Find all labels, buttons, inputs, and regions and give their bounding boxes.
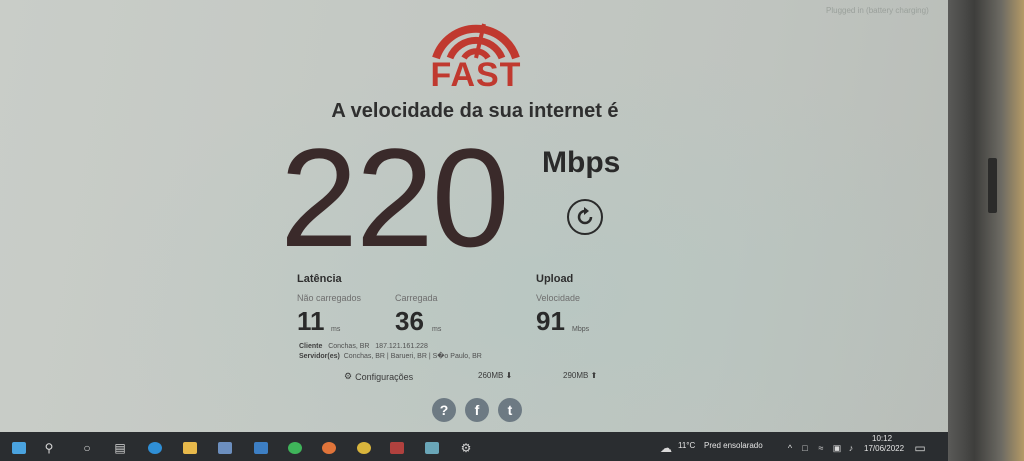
whatsapp-icon[interactable] [288,440,302,456]
upload-total: 290MB ⬆ [563,371,597,380]
app-window-icon[interactable] [425,440,439,456]
help-icon: ? [439,402,449,418]
chevron-up-icon[interactable]: ^ [785,440,795,456]
client-label: Cliente [299,343,323,350]
edge-icon[interactable] [148,440,162,456]
volume-icon[interactable]: ♪ [846,440,856,456]
upload-speed-value: 91 [536,306,565,336]
wifi-icon[interactable]: ≈ [816,440,826,456]
weather-temperature: 11°C [678,441,696,450]
fast-logo[interactable]: FAST [426,2,526,94]
file-explorer-icon[interactable] [183,440,197,456]
upload-arrow-icon: ⬆ [590,371,598,380]
mail-icon[interactable] [254,440,268,456]
help-button[interactable]: ? [432,398,456,422]
twitter-icon: t [507,402,513,418]
bezel-latch [988,158,997,213]
latency-unloaded-value: 11 [297,306,325,336]
latency-loaded-unit: ms [432,326,442,333]
latency-unloaded-label: Não carregados [297,293,362,303]
reload-icon [567,199,603,235]
servers-label: Servidor(es) [299,353,340,360]
server-info: Servidor(es) Conchas, BR | Barueri, BR |… [299,352,482,360]
download-total: 260MB ⬇ [478,371,512,380]
search-icon[interactable]: ⚲ [42,440,56,456]
facebook-icon: f [474,402,480,418]
gear-icon: ⚙ [344,371,353,381]
store-icon[interactable] [218,440,232,456]
upload-speed-unit: Mbps [572,326,590,333]
client-info: Cliente Conchas, BR 187.121.161.228 [299,343,428,350]
network-icon[interactable]: □ [800,440,810,456]
download-speed-value: 220 [280,119,510,276]
firefox-icon[interactable] [322,440,336,456]
speedometer-icon [432,23,520,60]
laptop-bezel [948,0,1024,461]
settings-label: Configurações [355,371,414,382]
latency-title: Latência [297,273,342,285]
client-ip: 187.121.161.228 [375,343,428,350]
clock-date: 17/06/2022 [864,444,905,453]
upload-total-value: 290MB [563,371,589,380]
logo-text: FAST [430,56,522,94]
chrome-icon[interactable] [356,440,372,456]
notification-icon[interactable]: ▭ [914,440,926,456]
settings-link[interactable]: ⚙ Configurações [344,371,413,382]
task-view-icon[interactable]: ▤ [113,440,127,456]
reload-test-button[interactable] [566,198,604,236]
upload-title: Upload [536,273,574,285]
cortana-icon[interactable]: ○ [80,440,94,456]
download-arrow-icon: ⬇ [505,371,513,380]
download-speed-unit: Mbps [542,146,621,179]
servers-list: Conchas, BR | Barueri, BR | S�o Paulo, B… [343,353,482,360]
weather-icon[interactable]: ☁ [660,440,672,456]
facebook-button[interactable]: f [465,398,489,422]
settings-icon[interactable]: ⚙ [459,440,473,456]
latency-unloaded-unit: ms [331,326,341,333]
download-total-value: 260MB [478,371,504,380]
clock-time: 10:12 [872,434,893,443]
client-location: Conchas, BR [328,343,370,350]
latency-loaded-label: Carregada [395,293,438,303]
twitter-button[interactable]: t [498,398,522,422]
app-icon[interactable] [390,440,404,456]
battery-icon[interactable]: ▣ [832,440,842,456]
latency-loaded-value: 36 [395,306,424,336]
top-status-tag: Plugged in (battery charging) [826,6,929,15]
windows-start-icon[interactable] [12,440,26,456]
weather-description: Pred ensolarado [704,441,763,450]
upload-speed-label: Velocidade [536,293,581,303]
